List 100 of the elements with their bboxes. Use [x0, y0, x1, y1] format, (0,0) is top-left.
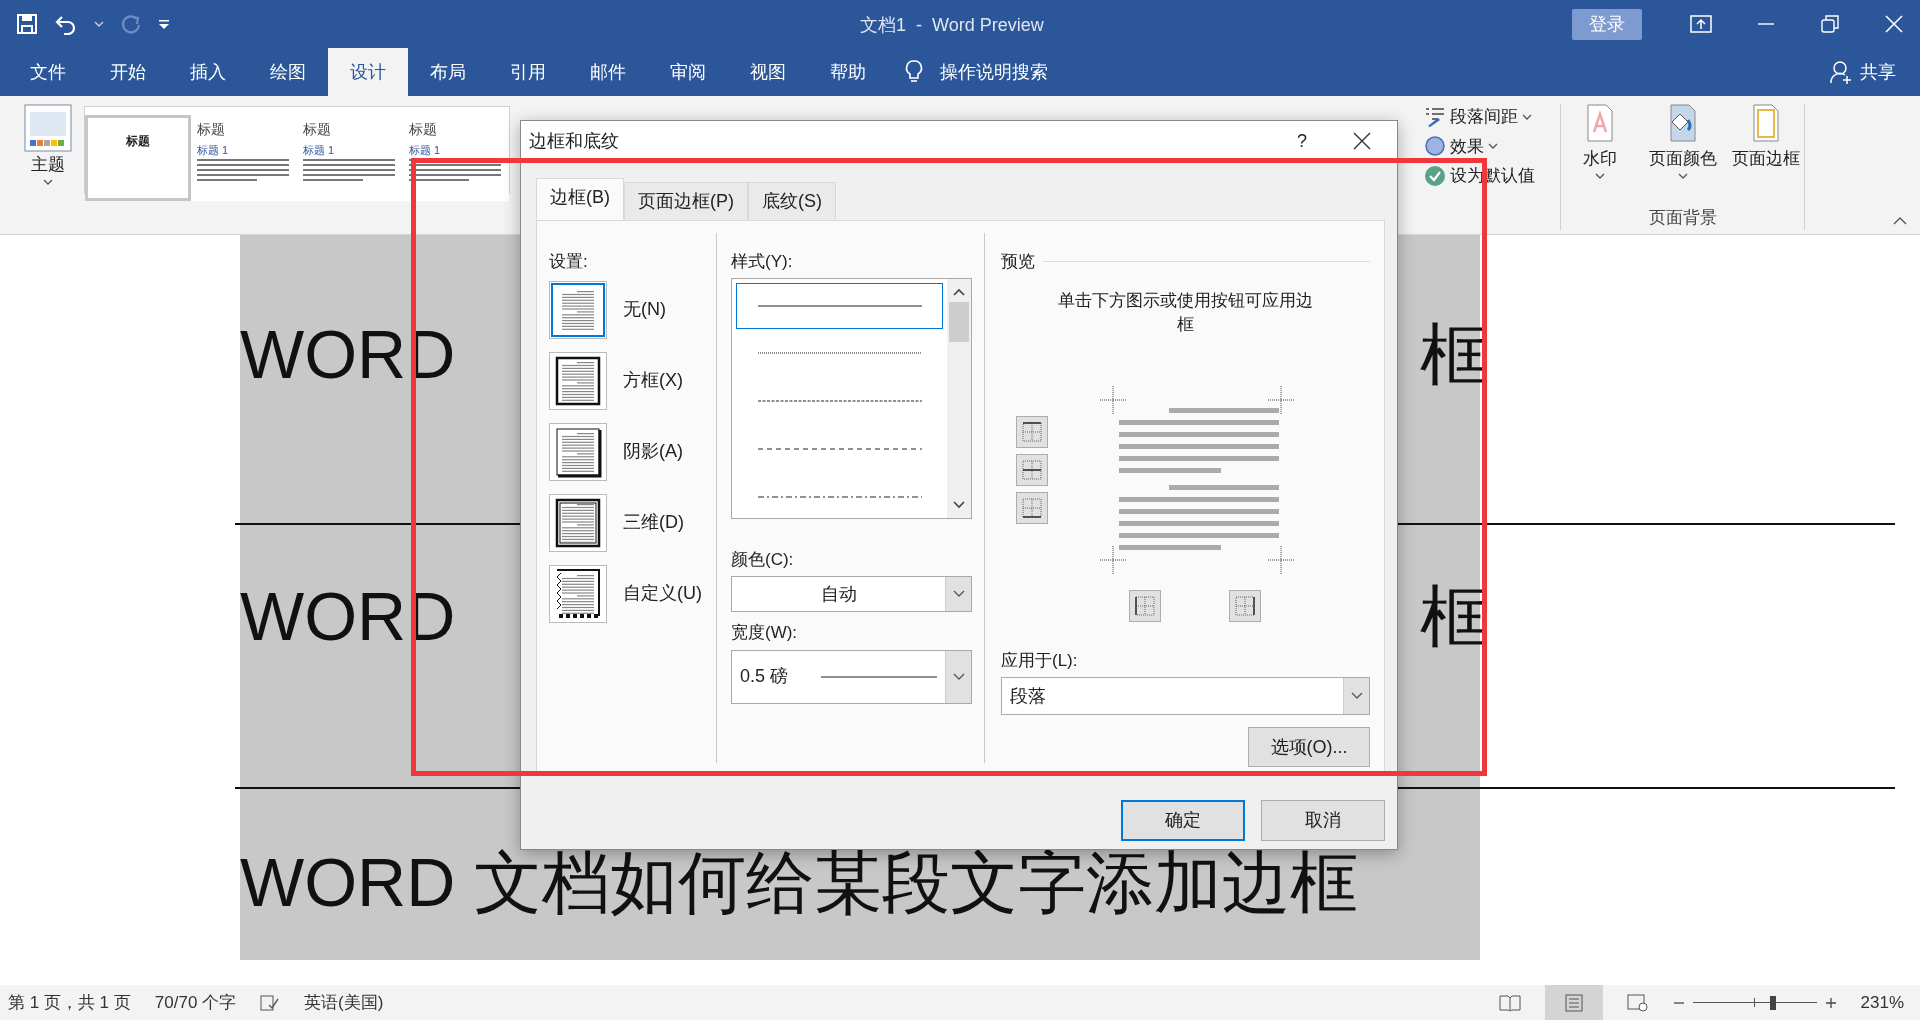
ribbon-tab[interactable]: 引用 — [488, 48, 568, 96]
slider-thumb[interactable] — [1770, 995, 1777, 1010]
dialog-tab[interactable]: 边框(B) — [536, 178, 624, 220]
share-button[interactable]: 共享 — [1860, 58, 1896, 86]
word-count[interactable]: 70/70 个字 — [154, 989, 237, 1016]
person-add-icon[interactable] — [1830, 60, 1852, 84]
dropdown-caret-icon[interactable] — [952, 590, 965, 598]
tell-me-search[interactable]: 操作说明搜索 — [940, 58, 1048, 86]
border-setting-icon[interactable] — [549, 351, 607, 410]
page-color-icon[interactable] — [1667, 104, 1698, 142]
dropdown-caret-icon[interactable] — [1350, 692, 1363, 701]
customize-icon[interactable] — [158, 18, 170, 30]
border-setting-icon[interactable] — [549, 493, 607, 552]
language-indicator[interactable]: 英语(美国) — [304, 989, 384, 1016]
zoom-slider[interactable] — [1692, 995, 1817, 1010]
caret-icon[interactable] — [1677, 171, 1688, 180]
proofing-icon[interactable] — [260, 993, 281, 1012]
ribbon-button[interactable]: 页面边框 — [1731, 146, 1800, 172]
collapse-ribbon-icon[interactable] — [1893, 216, 1907, 226]
caret-icon[interactable] — [1488, 142, 1498, 151]
mid-border-icon[interactable] — [1016, 453, 1048, 486]
caret-icon[interactable] — [1522, 112, 1532, 121]
theme-label[interactable]: 主题 — [31, 152, 65, 178]
scroll-thumb[interactable] — [949, 301, 969, 342]
color-dropdown[interactable]: 自动 — [731, 576, 972, 612]
style-label: 样式(Y): — [731, 251, 794, 273]
setting-label[interactable]: 无(N) — [623, 296, 666, 323]
ribbon-tab[interactable]: 绘图 — [248, 48, 328, 96]
setting-label[interactable]: 方框(X) — [623, 367, 683, 394]
undo-icon[interactable] — [54, 13, 78, 35]
ribbon-display-icon[interactable] — [1690, 14, 1712, 34]
dialog-tab[interactable]: 底纹(S) — [748, 182, 836, 220]
thumbnail-title: 标题 — [125, 133, 151, 150]
apply-to-label: 应用于(L): — [1001, 649, 1079, 672]
ribbon-tab[interactable]: 布局 — [408, 48, 488, 96]
zoom-in-icon[interactable] — [1824, 996, 1837, 1009]
scroll-up-icon[interactable] — [952, 286, 966, 297]
bottom-border-icon[interactable] — [1016, 491, 1048, 524]
thumbnail-title: 标题 — [303, 120, 332, 139]
ribbon-tab[interactable]: 开始 — [88, 48, 168, 96]
thumbnail-heading: 标题 1 — [303, 143, 336, 158]
scroll-down-icon[interactable] — [952, 499, 966, 510]
ribbon-tab[interactable]: 插入 — [168, 48, 248, 96]
setting-label[interactable]: 自定义(U) — [623, 580, 702, 607]
web-layout-icon[interactable] — [1626, 993, 1649, 1012]
ribbon-tab[interactable]: 设计 — [328, 48, 408, 96]
checkmark-icon[interactable] — [1424, 164, 1446, 187]
paragraph-spacing-icon[interactable] — [1424, 105, 1446, 128]
ribbon-tab[interactable]: 帮助 — [808, 48, 888, 96]
page-count[interactable]: 第 1 页，共 1 页 — [8, 989, 131, 1016]
style-set-thumbnail[interactable]: 标题 — [85, 115, 191, 201]
effects-icon[interactable] — [1424, 135, 1446, 158]
effects-button[interactable]: 效果 — [1450, 133, 1484, 159]
dropdown-caret-icon[interactable] — [952, 672, 965, 681]
ribbon-tab[interactable]: 视图 — [728, 48, 808, 96]
ribbon-tab[interactable]: 文件 — [8, 48, 88, 96]
width-dropdown[interactable]: 0.5 磅 — [731, 649, 972, 704]
line-style-icon — [757, 494, 922, 499]
setting-label[interactable]: 三维(D) — [623, 509, 684, 536]
close-icon[interactable] — [1353, 132, 1371, 150]
line-style-option[interactable] — [736, 282, 943, 329]
save-icon[interactable] — [16, 13, 38, 35]
top-border-icon[interactable] — [1016, 415, 1048, 448]
dialog-tab[interactable]: 页面边框(P) — [624, 182, 748, 220]
width-label: 宽度(W): — [731, 622, 799, 644]
document-icon — [1563, 993, 1584, 1012]
cancel-button[interactable]: 取消 — [1261, 800, 1385, 841]
read-mode-icon[interactable] — [1498, 993, 1521, 1012]
help-button[interactable]: ? — [1297, 127, 1307, 155]
setting-label[interactable]: 阴影(A) — [623, 438, 683, 465]
document-text: WORD 文档如何给某段文字添加边框 — [240, 848, 1359, 916]
right-border-icon[interactable] — [1229, 589, 1261, 622]
theme-icon[interactable] — [24, 104, 72, 152]
thumbnail-heading: 标题 1 — [409, 143, 442, 158]
thumbnail-heading: 标题 1 — [197, 143, 230, 158]
ok-button[interactable]: 确定 — [1121, 800, 1245, 841]
ribbon-button[interactable]: 页面颜色 — [1648, 146, 1717, 172]
left-border-icon[interactable] — [1129, 589, 1161, 622]
settings-label: 设置: — [549, 251, 589, 273]
caret-icon[interactable] — [43, 177, 53, 186]
line-style-icon — [757, 446, 922, 451]
line-style-icon — [757, 398, 922, 403]
border-setting-icon[interactable] — [549, 422, 607, 481]
options-button[interactable]: 选项(O)... — [1248, 727, 1370, 768]
line-sample-icon — [821, 674, 937, 679]
border-setting-icon[interactable] — [549, 564, 607, 623]
document-text: 框 — [1420, 582, 1488, 650]
preview-hint: 单击下方图示或使用按钮可应用边框 — [1057, 289, 1314, 337]
restore-icon[interactable] — [1820, 14, 1840, 34]
caret-icon[interactable] — [1594, 171, 1605, 180]
ribbon-button[interactable]: 水印 — [1582, 146, 1617, 172]
ribbon-tab[interactable]: 邮件 — [568, 48, 648, 96]
line-style-icon — [757, 350, 922, 355]
scrollbar[interactable] — [947, 278, 971, 518]
thumbnail-title: 标题 — [409, 120, 438, 139]
ribbon-tab[interactable]: 审阅 — [648, 48, 728, 96]
apply-to-dropdown[interactable]: 段落 — [1001, 677, 1370, 716]
paragraph-spacing-button[interactable]: 段落间距 — [1450, 104, 1518, 130]
lightbulb-icon[interactable] — [904, 59, 924, 85]
zoom-level[interactable]: 231% — [1860, 989, 1904, 1016]
